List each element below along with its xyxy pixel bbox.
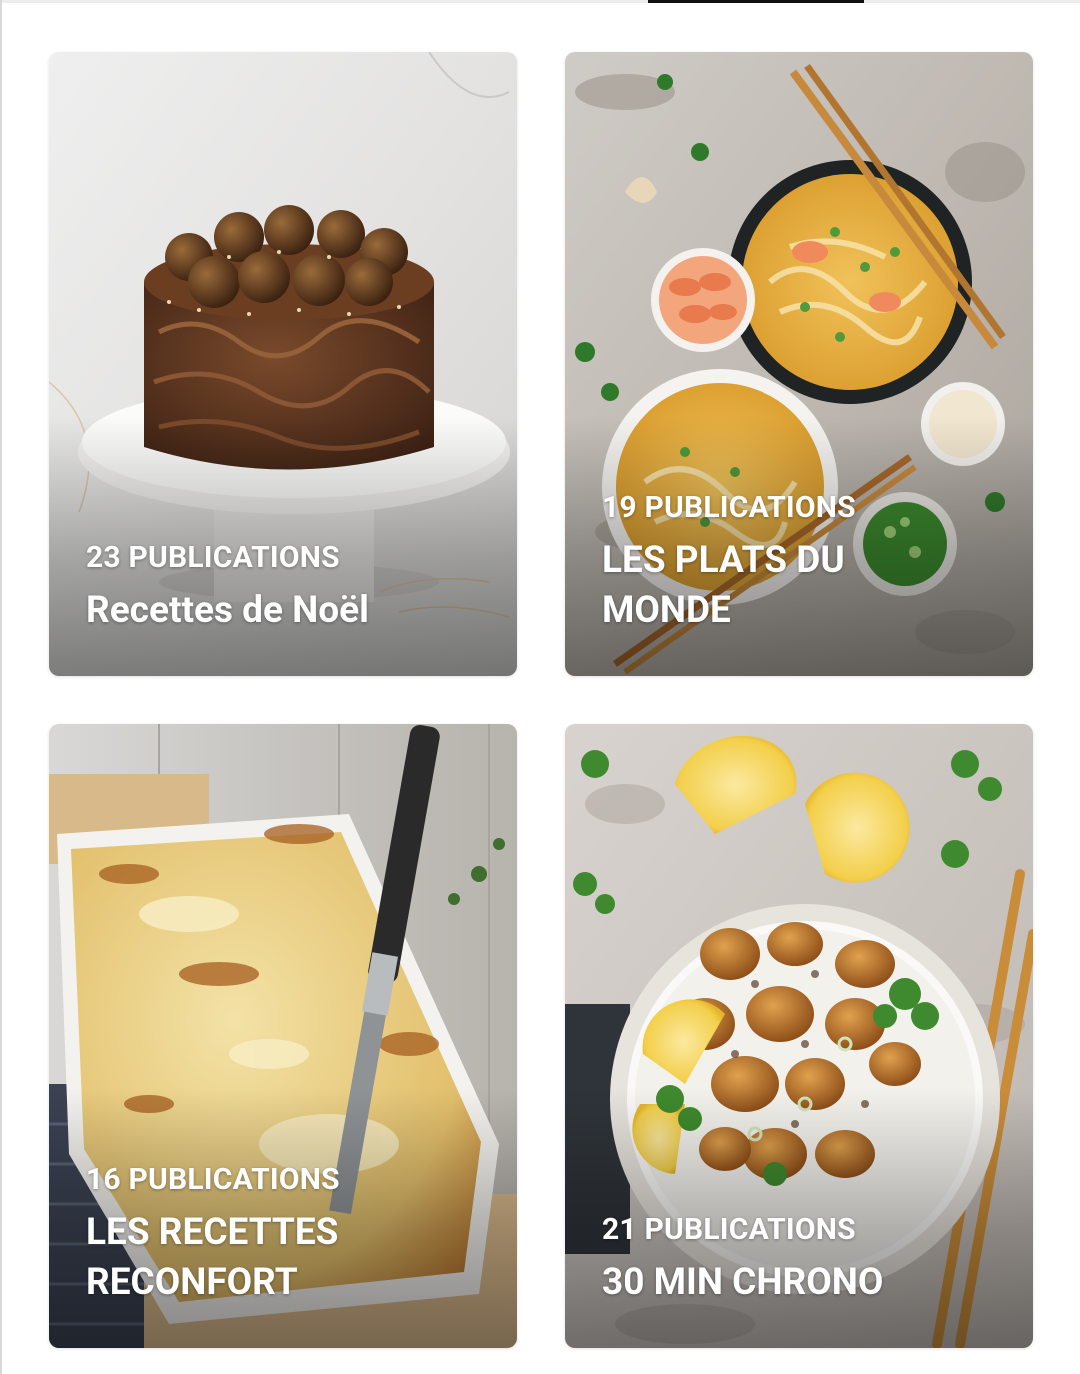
- card-caption: 23 PUBLICATIONS Recettes de Noël: [86, 540, 487, 636]
- publications-count: 16 PUBLICATIONS: [86, 1162, 340, 1197]
- top-divider: [0, 0, 1080, 3]
- card-caption: 16 PUBLICATIONS LES RECETTES RECONFORT: [86, 1162, 487, 1308]
- card-caption: 19 PUBLICATIONS LES PLATS DU MONDE: [602, 490, 1003, 636]
- category-title: 30 MIN CHRONO: [602, 1261, 884, 1304]
- category-card-les-plats-du-monde[interactable]: 19 PUBLICATIONS LES PLATS DU MONDE: [565, 52, 1033, 676]
- category-card-30-min-chrono[interactable]: 21 PUBLICATIONS 30 MIN CHRONO: [565, 724, 1033, 1348]
- category-title: LES PLATS DU MONDE: [602, 539, 845, 632]
- publications-count: 23 PUBLICATIONS: [86, 540, 340, 575]
- card-caption: 21 PUBLICATIONS 30 MIN CHRONO: [602, 1212, 1003, 1308]
- left-border: [0, 0, 2, 1374]
- publications-count: 19 PUBLICATIONS: [602, 490, 856, 525]
- category-card-les-recettes-reconfort[interactable]: 16 PUBLICATIONS LES RECETTES RECONFORT: [49, 724, 517, 1348]
- active-tab-indicator: [648, 0, 864, 3]
- categories-page: 23 PUBLICATIONS Recettes de Noël 19 PUBL…: [0, 0, 1080, 1374]
- category-card-recettes-de-noel[interactable]: 23 PUBLICATIONS Recettes de Noël: [49, 52, 517, 676]
- category-title: Recettes de Noël: [86, 589, 369, 632]
- publications-count: 21 PUBLICATIONS: [602, 1212, 856, 1247]
- category-title: LES RECETTES RECONFORT: [86, 1211, 339, 1304]
